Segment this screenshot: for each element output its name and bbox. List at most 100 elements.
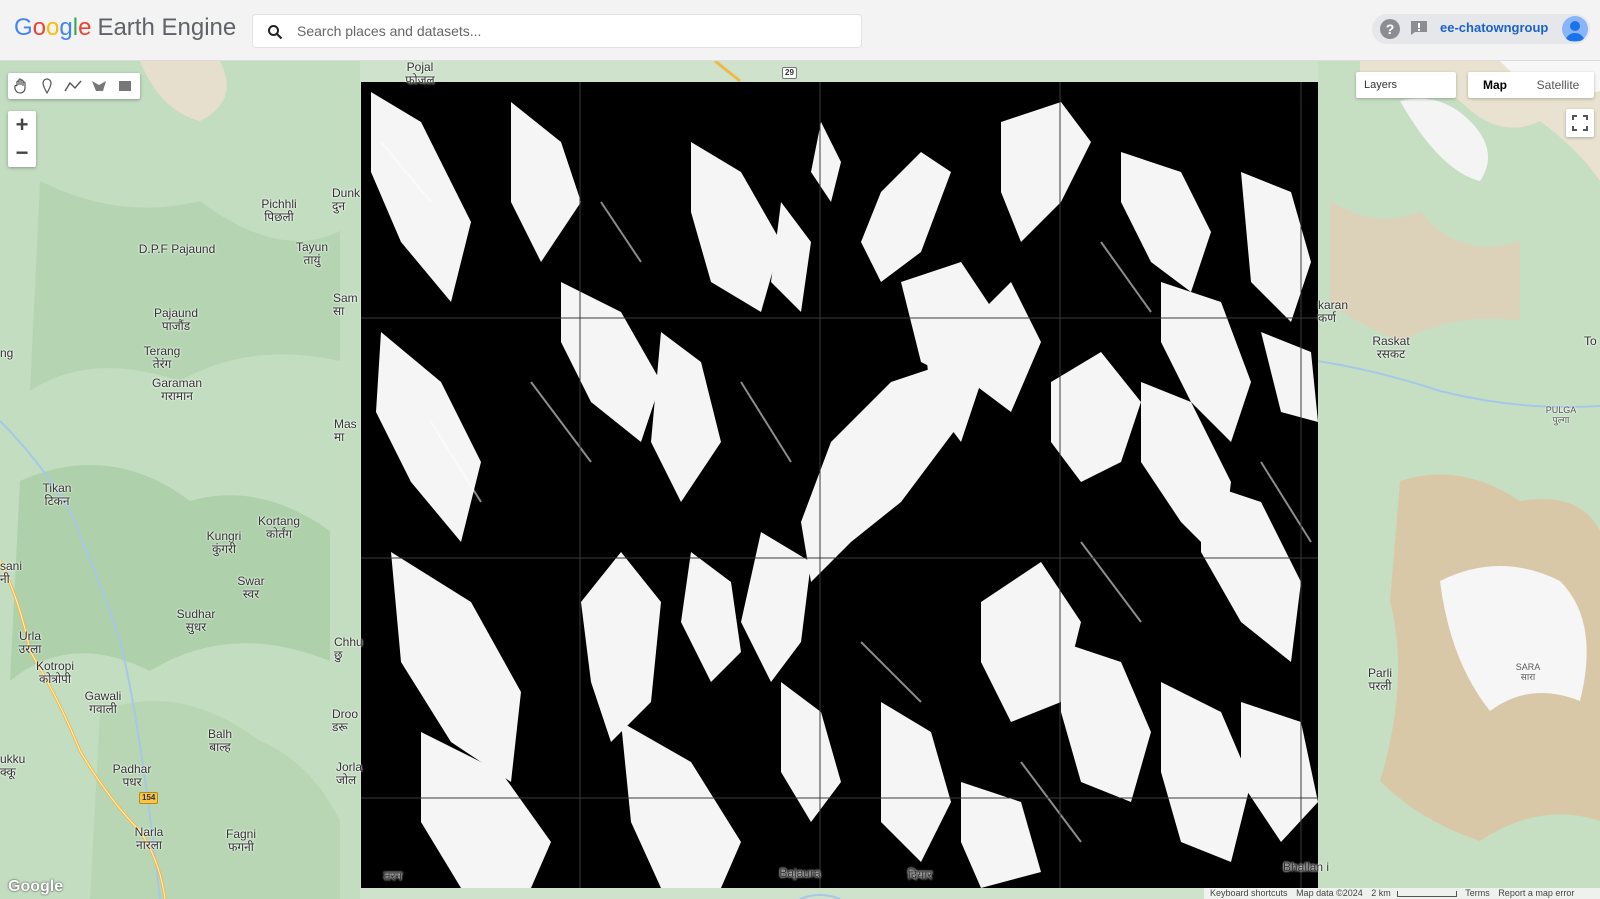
pan-hand-icon[interactable] <box>8 73 34 99</box>
account-username[interactable]: ee-chatowngroup <box>1440 20 1548 35</box>
place-name-local: सारा <box>1520 672 1536 682</box>
place-name: D.P.F Pajaund <box>138 242 216 256</box>
place-label: Kotropi कोत्रोपी <box>36 660 74 686</box>
place-name-local: फोजल <box>405 73 435 87</box>
map-data-text: Map data ©2024 <box>1296 888 1363 898</box>
logo-letter: o <box>32 14 47 41</box>
place-name-local: कोत्रोपी <box>39 672 71 686</box>
help-icon[interactable]: ? <box>1380 19 1400 39</box>
place-name-local: नी <box>0 572 10 586</box>
place-label: D.P.F Pajaund <box>139 243 216 256</box>
road-shield: 29 <box>782 67 797 79</box>
place-name: Raskat <box>1372 334 1410 348</box>
place-name-local: जोल <box>336 773 357 787</box>
feedback-icon[interactable] <box>1410 20 1428 36</box>
place-label: To <box>1584 335 1597 348</box>
place-name-local: नारला <box>136 838 162 852</box>
place-name-local: पुल्गा <box>1552 415 1570 425</box>
place-label: sani नी <box>0 560 22 586</box>
place-label: Gawali गवाली <box>85 690 122 716</box>
place-name: Tayun <box>295 240 329 254</box>
layers-button[interactable]: Layers <box>1356 72 1456 98</box>
rectangle-draw-icon[interactable] <box>112 73 138 99</box>
place-name-local: मा <box>334 430 345 444</box>
place-label: Narla नारला <box>135 826 164 852</box>
search-box[interactable] <box>252 14 862 48</box>
map-type-map-button[interactable]: Map <box>1468 72 1522 98</box>
place-name-local: कोर्तंग <box>266 527 292 541</box>
point-marker-icon[interactable] <box>34 73 60 99</box>
place-name-local: परली <box>1368 679 1392 693</box>
place-label: Padhar पधर <box>113 763 152 789</box>
fullscreen-button[interactable] <box>1566 109 1594 137</box>
place-name: Fagni <box>225 827 257 841</box>
logo-letter: o <box>46 14 60 41</box>
search-input[interactable] <box>297 15 847 47</box>
place-name: Swar <box>237 574 265 588</box>
classification-raster-layer <box>361 82 1318 888</box>
terms-link[interactable]: Terms <box>1465 888 1490 899</box>
place-label: Chhu छु <box>334 636 363 662</box>
place-name: Padhar <box>112 762 152 776</box>
place-name-local: सुधर <box>185 620 207 634</box>
scale-bar <box>1396 890 1457 897</box>
logo-product-name: Earth Engine <box>97 14 237 41</box>
map-type-satellite-button[interactable]: Satellite <box>1522 72 1594 98</box>
place-name-local: पाजौंड <box>161 319 191 333</box>
place-name-local: बाल्ह <box>209 740 231 754</box>
place-label: Bajaura <box>779 867 820 880</box>
map-type-toggle: Map Satellite <box>1468 72 1594 98</box>
place-name: Sudhar <box>176 607 216 621</box>
place-label: Kortang कोर्तंग <box>258 515 300 541</box>
place-label: Terang तेरंग <box>144 345 181 371</box>
place-label: SARA सारा <box>1516 662 1541 682</box>
place-name: sani <box>0 559 23 573</box>
place-label: Pajaund पाजौंड <box>154 307 198 333</box>
place-name: Kungri <box>206 529 242 543</box>
scale-label[interactable]: 2 km <box>1371 888 1391 899</box>
place-label: Mas मा <box>334 418 357 444</box>
place-label: ukku क्कू <box>0 753 25 779</box>
place-name: Tikan <box>42 481 72 495</box>
place-label: Tayun तायुं <box>296 241 328 267</box>
place-name-local: रसकट <box>1376 347 1406 361</box>
logo-letter: G <box>14 14 33 41</box>
place-label: Kungri कुंगरी <box>207 530 242 556</box>
place-name: Pichhli <box>261 197 297 211</box>
avatar[interactable] <box>1562 16 1588 42</box>
place-label: Droo डरू <box>332 708 358 734</box>
place-name: To <box>1584 334 1597 348</box>
place-name-local: कर्ण <box>1318 311 1336 325</box>
line-draw-icon[interactable] <box>60 73 86 99</box>
place-name-local: पिछली <box>264 210 294 224</box>
zoom-in-button[interactable]: + <box>8 111 36 139</box>
place-label: Sam सा <box>333 292 358 318</box>
place-name: ng <box>0 346 14 360</box>
place-name: Mas <box>334 417 357 431</box>
raster-image <box>361 82 1318 888</box>
map-canvas[interactable]: Pojal फोजल Dunk दुन Pichhli पिछली D.P.F Paj… <box>0 61 1600 899</box>
place-name: Bhallan i <box>1282 860 1330 874</box>
map-attribution-bar: Keyboard shortcuts Map data ©2024 2 km T… <box>1204 888 1600 899</box>
drawing-toolbar <box>8 73 140 99</box>
place-name: Pajaund <box>153 306 199 320</box>
place-name-local: गवाली <box>89 702 117 716</box>
zoom-out-button[interactable]: − <box>8 139 36 167</box>
place-label: Dunk दुन <box>332 187 360 213</box>
place-label: तरन <box>384 870 402 883</box>
place-name: Chhu <box>334 635 363 649</box>
earth-engine-logo[interactable]: Google Earth Engine <box>14 14 236 42</box>
place-label: Parli परली <box>1368 667 1392 693</box>
place-name: Balh <box>207 727 233 741</box>
keyboard-shortcuts-link[interactable]: Keyboard shortcuts <box>1210 888 1288 899</box>
account-area: ? ee-chatowngroup <box>1372 14 1590 44</box>
place-name-local: तेरंग <box>152 357 172 371</box>
logo-letter: g <box>59 14 73 41</box>
road-shield: 154 <box>139 792 159 804</box>
report-map-error-link[interactable]: Report a map error <box>1498 888 1574 899</box>
place-label: Balh बाल्ह <box>208 728 232 754</box>
place-name: PULGA <box>1545 405 1577 415</box>
place-name-local: क्कू <box>0 765 16 779</box>
polygon-draw-icon[interactable] <box>86 73 112 99</box>
place-name: Kotropi <box>35 659 75 673</box>
